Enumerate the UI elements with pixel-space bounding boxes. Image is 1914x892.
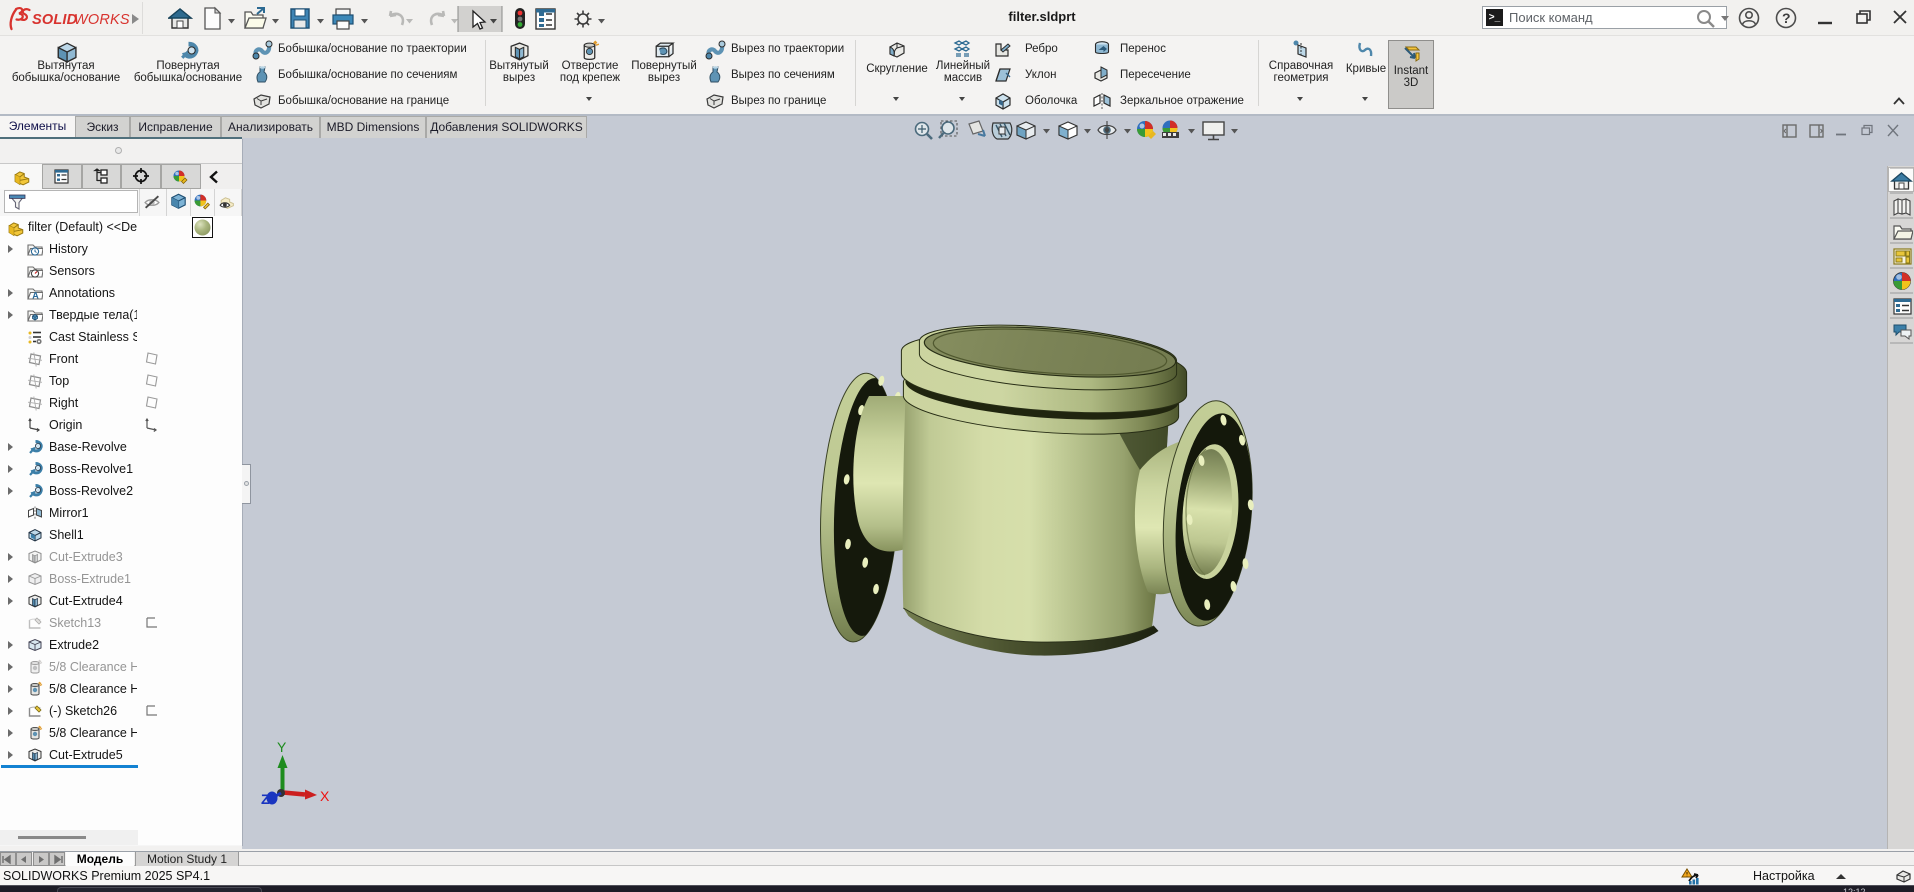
svg-text:SOLID: SOLID [32,12,78,28]
svg-text:Z: Z [261,791,270,807]
svg-text:X: X [320,788,330,804]
svg-text:?: ? [1782,10,1791,26]
svg-text:WORKS: WORKS [74,12,130,28]
svg-text:Y: Y [277,739,287,755]
